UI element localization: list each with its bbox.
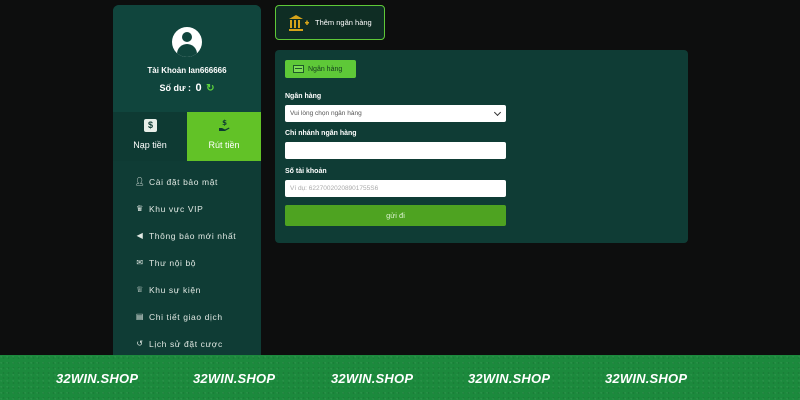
sidebar-item-notifications[interactable]: ◀ Thông báo mới nhất [113,222,261,249]
svg-text:$: $ [222,119,227,127]
section-tag-bank: Ngân hàng [285,60,356,78]
bank-select[interactable]: Vui lòng chọn ngân hàng [285,105,506,122]
sidebar-item-label: Thông báo mới nhất [149,230,237,241]
sidebar-item-label: Lịch sử đặt cược [149,338,223,349]
refresh-icon[interactable]: ↻ [206,83,214,94]
chevron-down-icon [493,108,502,117]
sidebar-item-transactions[interactable]: ▤ Chi tiết giao dịch [113,303,261,330]
sidebar-item-security[interactable]: 👤︎ Cài đặt bảo mật [113,168,261,195]
sidebar-item-inbox[interactable]: ✉ Thư nội bộ [113,249,261,276]
submit-button[interactable]: gửi đi [285,205,506,226]
sidebar-item-label: Cài đặt bảo mật [149,176,219,187]
balance-row: Số dư : 0 ↻ [113,82,261,94]
sidebar-item-vip[interactable]: ♛ Khu vực VIP [113,195,261,222]
watermark-text: 32WIN.SHOP [605,371,688,386]
bank-field-label: Ngân hàng [285,93,322,100]
sidebar-item-label: Khu vực VIP [149,203,204,214]
megaphone-icon: ◀ [136,231,144,240]
balance-value: 0 [195,82,202,94]
section-tag-label: Ngân hàng [308,65,343,73]
bank-form-panel: Ngân hàng Ngân hàng Vui lòng chọn ngân h… [275,50,688,243]
sidebar-item-label: Chi tiết giao dịch [149,311,223,322]
hand-money-icon: $ [218,119,231,132]
tab-withdraw-label: Rút tiền [208,140,240,150]
history-icon: ↺ [136,339,144,348]
watermark-text: 32WIN.SHOP [331,371,414,386]
tab-deposit-label: Nạp tiền [133,140,167,150]
bank-plus-icon [288,14,310,32]
crown-icon: ♛ [136,204,144,213]
tab-withdraw[interactable]: $ Rút tiền [187,112,261,161]
account-sidebar: Tài Khoản lan666666 Số dư : 0 ↻ $ Nạp ti… [113,5,261,361]
profile-card: Tài Khoản lan666666 Số dư : 0 ↻ [113,5,261,112]
sidebar-menu: 👤︎ Cài đặt bảo mật ♛ Khu vực VIP ◀ Thông… [113,168,261,357]
mail-icon: ✉ [136,258,144,267]
watermark-text: 32WIN.SHOP [468,371,551,386]
user-settings-icon: 👤︎ [134,177,146,186]
watermark-text: 32WIN.SHOP [193,371,276,386]
sidebar-item-events[interactable]: ♕ Khu sự kiện [113,276,261,303]
trophy-icon: ♕ [136,285,144,294]
clipboard-icon: ▤ [135,312,145,321]
sidebar-item-bet-history[interactable]: ↺ Lịch sử đặt cược [113,330,261,357]
account-name: Tài Khoản lan666666 [147,66,227,75]
sidebar-item-label: Khu sự kiện [149,284,201,295]
account-number-label: Số tài khoản [285,168,327,175]
wallet-tabs: $ Nạp tiền $ Rút tiền [113,112,261,161]
sidebar-item-label: Thư nội bộ [149,257,197,268]
add-bank-button[interactable]: Thêm ngân hàng [275,5,385,40]
avatar-icon [172,27,202,57]
tab-deposit[interactable]: $ Nạp tiền [113,112,187,161]
footer-banner: 32WIN.SHOP 32WIN.SHOP 32WIN.SHOP 32WIN.S… [0,355,800,400]
card-icon [293,65,304,73]
watermark-text: 32WIN.SHOP [56,371,139,386]
branch-input[interactable] [285,142,506,159]
account-number-placeholder: Ví dụ: 62270020208901755S6 [290,185,379,192]
add-bank-label: Thêm ngân hàng [315,18,372,27]
dollar-icon: $ [144,119,157,132]
bank-select-value: Vui lòng chọn ngân hàng [290,110,362,117]
branch-field-label: Chi nhánh ngân hàng [285,130,357,137]
balance-label: Số dư : [159,83,191,93]
account-number-input[interactable]: Ví dụ: 62270020208901755S6 [285,180,506,197]
